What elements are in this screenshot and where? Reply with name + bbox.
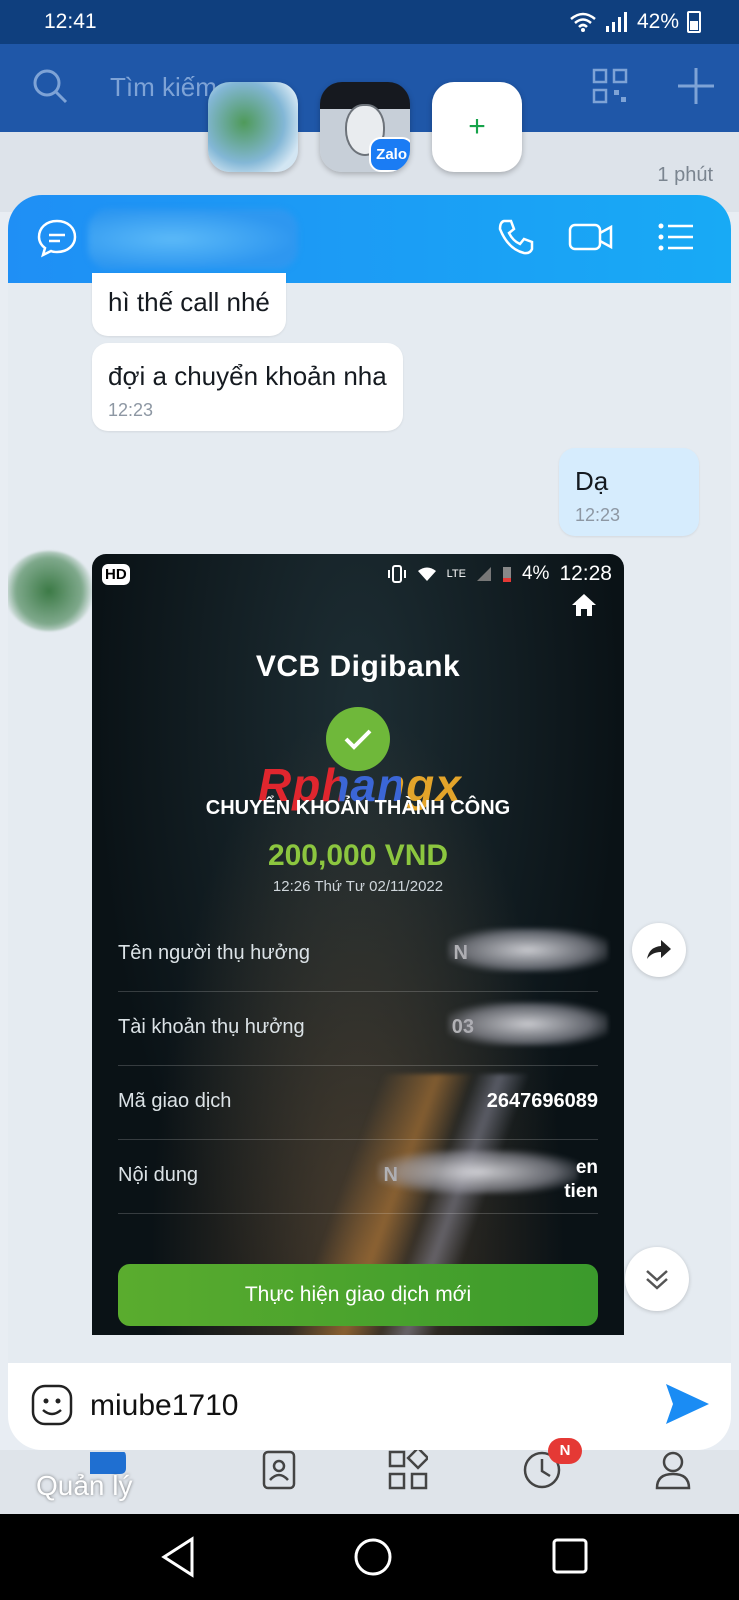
chevron-double-down-icon xyxy=(646,1270,668,1290)
receipt-row: Mã giao dịch 2647696089 xyxy=(118,1066,598,1140)
network-type: LTE xyxy=(446,568,466,580)
new-transaction-button: Thực hiện giao dịch mới xyxy=(118,1264,598,1326)
battery-percent: 42% xyxy=(636,10,679,33)
share-forward-button[interactable] xyxy=(632,923,686,977)
contact-name-blurred xyxy=(88,209,298,269)
manage-label[interactable]: Quản lý xyxy=(36,1470,133,1502)
qr-code-icon[interactable] xyxy=(592,68,628,104)
chat-head-contact[interactable] xyxy=(208,82,298,172)
message-received[interactable]: đợi a chuyển khoản nha 12:23 xyxy=(92,343,403,431)
conversation-time-ago: 1 phút xyxy=(657,164,713,186)
row-value-tail: en tien xyxy=(564,1157,598,1202)
chat-heads: Zalo + xyxy=(208,82,522,172)
transfer-amount: 200,000 VND xyxy=(267,839,449,872)
redaction-blur xyxy=(448,1002,608,1046)
chat-header xyxy=(8,195,731,283)
wifi-icon xyxy=(570,12,596,32)
message-text: Dạ xyxy=(575,466,609,496)
send-icon[interactable] xyxy=(663,1381,711,1427)
chat-panel: hì thế call nhé đợi a chuyển khoản nha 1… xyxy=(8,195,731,1450)
hd-badge: HD xyxy=(102,564,130,585)
notification-badge: N xyxy=(548,1438,582,1464)
signal-icon xyxy=(605,12,627,32)
wifi-icon xyxy=(417,567,436,581)
add-icon[interactable] xyxy=(676,66,716,106)
message-time: 12:23 xyxy=(575,505,621,525)
home-icon xyxy=(572,594,596,616)
row-label: Tên người thụ hưởng xyxy=(118,942,311,964)
status-time: 12:41 xyxy=(44,10,97,33)
redaction-blur xyxy=(448,928,608,972)
search-placeholder[interactable]: Tìm kiếm xyxy=(110,72,217,103)
back-icon[interactable] xyxy=(158,1536,198,1578)
video-call-icon[interactable] xyxy=(568,217,614,257)
receipt-row: Nội dung N en tien xyxy=(118,1140,598,1214)
row-label: Tài khoản thụ hưởng xyxy=(118,1016,305,1038)
vibrate-icon xyxy=(387,565,406,583)
row-label: Mã giao dịch xyxy=(118,1090,232,1112)
scroll-to-bottom-button[interactable] xyxy=(625,1247,689,1311)
message-text: hì thế call nhé xyxy=(108,287,270,317)
menu-list-icon[interactable] xyxy=(656,217,696,257)
chat-bubble-icon[interactable] xyxy=(36,217,78,259)
recent-apps-icon[interactable] xyxy=(550,1536,590,1576)
transfer-datetime: 12:26 Thứ Tư 02/11/2022 xyxy=(272,878,444,895)
message-sent[interactable]: Dạ 12:23 xyxy=(559,448,699,536)
receipt-row: Tài khoản thụ hưởng 03 xyxy=(118,992,608,1066)
status-bar: 12:41 42% xyxy=(0,0,739,44)
message-text: đợi a chuyển khoản nha xyxy=(108,361,387,391)
discover-tab-icon[interactable] xyxy=(388,1450,428,1490)
row-value: 2647696089 xyxy=(486,1090,598,1112)
profile-tab-icon[interactable] xyxy=(654,1450,692,1490)
message-input-bar: miube1710 xyxy=(8,1363,731,1450)
sender-avatar[interactable] xyxy=(8,551,94,631)
background-tab-bar: Quản lý N xyxy=(0,1438,739,1514)
message-input[interactable]: miube1710 xyxy=(90,1389,238,1423)
forward-arrow-icon xyxy=(647,940,671,959)
home-button-icon[interactable] xyxy=(352,1536,394,1578)
message-time: 12:23 xyxy=(108,400,154,420)
message-received[interactable]: hì thế call nhé xyxy=(92,273,286,336)
emoji-icon[interactable] xyxy=(30,1383,74,1427)
vcb-brand: VCB Digibank xyxy=(255,650,461,683)
shared-image-vcb-receipt[interactable]: HD LTE 4% 12:28 VCB Digibank Rphangx CHU… xyxy=(92,554,624,1335)
receipt-time: 12:28 xyxy=(559,562,612,585)
status-icons: 42% xyxy=(569,10,701,34)
battery-low-icon xyxy=(502,567,511,582)
redaction-blur xyxy=(378,1150,578,1194)
search-icon[interactable] xyxy=(30,66,70,106)
battery-icon xyxy=(687,11,701,33)
signal-icon xyxy=(476,567,491,581)
android-nav-bar xyxy=(0,1514,739,1600)
transfer-status: CHUYỂN KHOẢN THÀNH CÔNG xyxy=(205,797,511,819)
receipt-row: Tên người thụ hưởng N xyxy=(118,918,608,992)
receipt-battery: 4% xyxy=(521,563,550,584)
chat-head-zalo[interactable]: Zalo xyxy=(320,82,410,172)
receipt-status-bar: LTE 4% 12:28 xyxy=(387,562,612,586)
chat-head-add-button[interactable]: + xyxy=(432,82,522,172)
phone-icon[interactable] xyxy=(496,217,536,257)
row-label: Nội dung xyxy=(118,1164,199,1186)
contacts-tab-icon[interactable] xyxy=(262,1450,296,1490)
zalo-badge: Zalo xyxy=(369,137,410,172)
